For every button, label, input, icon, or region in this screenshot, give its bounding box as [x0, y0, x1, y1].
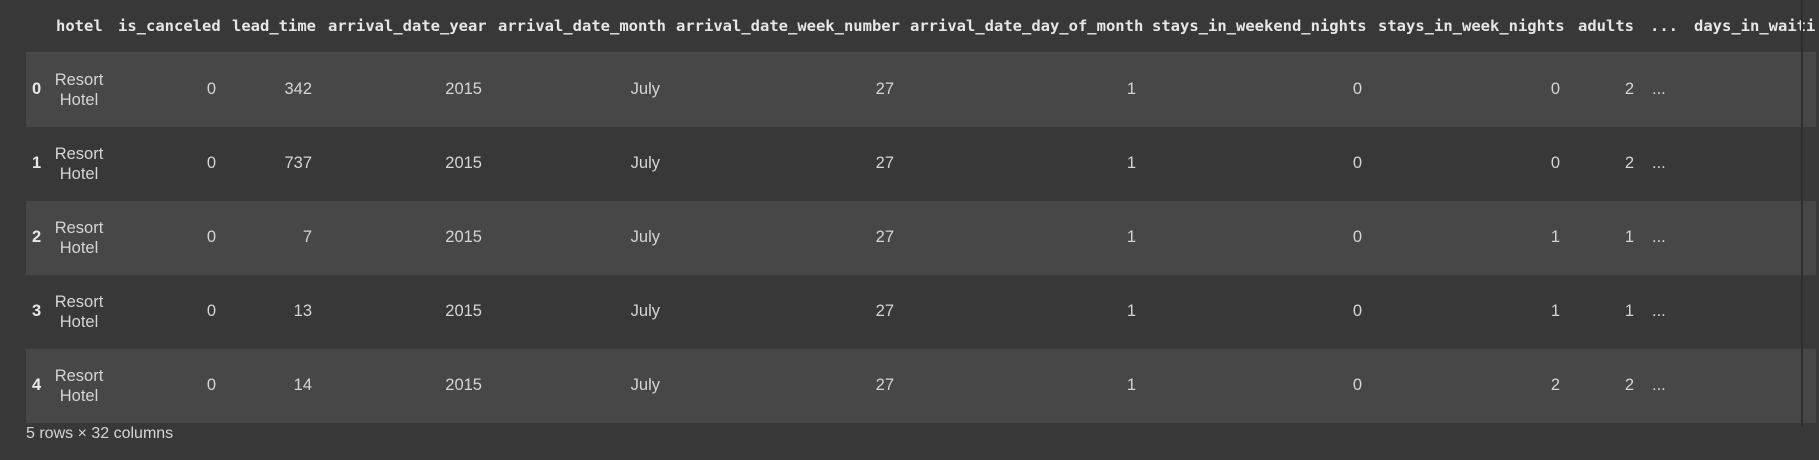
horizontal-scroll-edge — [1801, 0, 1803, 426]
column-header-arrival-date-year: arrival_date_year — [320, 0, 490, 53]
cell-stays-in-week-nights: 1 — [1370, 200, 1568, 275]
notebook-cell-output: hotel is_canceled lead_time arrival_date… — [0, 0, 1819, 460]
cell-arrival-date-month: July — [490, 200, 668, 275]
cell-ellipsis: ... — [1642, 52, 1686, 127]
cell-is-canceled: 0 — [110, 274, 224, 349]
cell-adults: 2 — [1568, 52, 1642, 127]
cell-arrival-date-day-of-month: 1 — [902, 348, 1144, 423]
table-row: 2 Resort Hotel 0 7 2015 July 27 1 0 1 1 … — [26, 200, 1816, 275]
column-header-stays-in-weekend-nights: stays_in_weekend_nights — [1144, 0, 1370, 53]
column-header-arrival-date-month: arrival_date_month — [490, 0, 668, 53]
cell-stays-in-week-nights: 0 — [1370, 126, 1568, 201]
column-header-stays-in-week-nights: stays_in_week_nights — [1370, 0, 1568, 53]
cell-arrival-date-day-of-month: 1 — [902, 200, 1144, 275]
cell-hotel: Resort Hotel — [48, 126, 110, 201]
table-row: 3 Resort Hotel 0 13 2015 July 27 1 0 1 1… — [26, 274, 1816, 349]
table-body: 0 Resort Hotel 0 342 2015 July 27 1 0 0 … — [26, 52, 1816, 423]
cell-arrival-date-day-of-month: 1 — [902, 52, 1144, 127]
header-row: hotel is_canceled lead_time arrival_date… — [26, 0, 1816, 53]
column-header-arrival-date-day-of-month: arrival_date_day_of_month — [902, 0, 1144, 53]
cell-is-canceled: 0 — [110, 200, 224, 275]
cell-days-in-waiting — [1686, 274, 1816, 349]
cell-arrival-date-year: 2015 — [320, 126, 490, 201]
cell-arrival-date-month: July — [490, 126, 668, 201]
table-row: 0 Resort Hotel 0 342 2015 July 27 1 0 0 … — [26, 52, 1816, 127]
cell-is-canceled: 0 — [110, 348, 224, 423]
cell-lead-time: 342 — [224, 52, 320, 127]
column-header-lead-time: lead_time — [224, 0, 320, 53]
cell-days-in-waiting — [1686, 126, 1816, 201]
row-index: 4 — [26, 348, 48, 423]
cell-stays-in-weekend-nights: 0 — [1144, 200, 1370, 275]
cell-lead-time: 7 — [224, 200, 320, 275]
table-row: 4 Resort Hotel 0 14 2015 July 27 1 0 2 2… — [26, 348, 1816, 423]
cell-is-canceled: 0 — [110, 126, 224, 201]
cell-arrival-date-week-number: 27 — [668, 348, 902, 423]
cell-stays-in-week-nights: 2 — [1370, 348, 1568, 423]
cell-arrival-date-month: July — [490, 274, 668, 349]
column-header-days-in-waiting: days_in_waiting — [1686, 0, 1816, 53]
cell-adults: 1 — [1568, 200, 1642, 275]
cell-hotel: Resort Hotel — [48, 348, 110, 423]
cell-arrival-date-month: July — [490, 348, 668, 423]
cell-days-in-waiting — [1686, 200, 1816, 275]
column-header-arrival-date-week-number: arrival_date_week_number — [668, 0, 902, 53]
cell-is-canceled: 0 — [110, 52, 224, 127]
cell-stays-in-week-nights: 1 — [1370, 274, 1568, 349]
table-row: 1 Resort Hotel 0 737 2015 July 27 1 0 0 … — [26, 126, 1816, 201]
cell-days-in-waiting — [1686, 52, 1816, 127]
cell-stays-in-week-nights: 0 — [1370, 52, 1568, 127]
cell-arrival-date-week-number: 27 — [668, 52, 902, 127]
cell-arrival-date-year: 2015 — [320, 274, 490, 349]
cell-lead-time: 737 — [224, 126, 320, 201]
cell-ellipsis: ... — [1642, 200, 1686, 275]
table-header: hotel is_canceled lead_time arrival_date… — [26, 0, 1816, 53]
cell-arrival-date-month: July — [490, 52, 668, 127]
row-index: 2 — [26, 200, 48, 275]
cell-arrival-date-week-number: 27 — [668, 200, 902, 275]
row-index: 3 — [26, 274, 48, 349]
cell-hotel: Resort Hotel — [48, 200, 110, 275]
dataframe-scroll-area[interactable]: hotel is_canceled lead_time arrival_date… — [26, 0, 1816, 426]
dataframe-shape-footer: 5 rows × 32 columns — [26, 425, 174, 442]
dataframe-table: hotel is_canceled lead_time arrival_date… — [26, 0, 1816, 423]
cell-arrival-date-day-of-month: 1 — [902, 274, 1144, 349]
cell-arrival-date-year: 2015 — [320, 348, 490, 423]
cell-lead-time: 14 — [224, 348, 320, 423]
row-index: 1 — [26, 126, 48, 201]
column-header-adults: adults — [1568, 0, 1642, 53]
cell-stays-in-weekend-nights: 0 — [1144, 52, 1370, 127]
column-header-ellipsis: ... — [1642, 0, 1686, 53]
cell-arrival-date-week-number: 27 — [668, 126, 902, 201]
column-header-is-canceled: is_canceled — [110, 0, 224, 53]
column-header-hotel: hotel — [48, 0, 110, 53]
cell-stays-in-weekend-nights: 0 — [1144, 274, 1370, 349]
cell-hotel: Resort Hotel — [48, 274, 110, 349]
cell-lead-time: 13 — [224, 274, 320, 349]
cell-stays-in-weekend-nights: 0 — [1144, 348, 1370, 423]
cell-ellipsis: ... — [1642, 126, 1686, 201]
cell-hotel: Resort Hotel — [48, 52, 110, 127]
cell-adults: 1 — [1568, 274, 1642, 349]
cell-ellipsis: ... — [1642, 274, 1686, 349]
column-header-index — [26, 0, 48, 53]
row-index: 0 — [26, 52, 48, 127]
cell-ellipsis: ... — [1642, 348, 1686, 423]
cell-days-in-waiting — [1686, 348, 1816, 423]
cell-arrival-date-week-number: 27 — [668, 274, 902, 349]
cell-adults: 2 — [1568, 348, 1642, 423]
cell-arrival-date-year: 2015 — [320, 200, 490, 275]
cell-arrival-date-year: 2015 — [320, 52, 490, 127]
cell-stays-in-weekend-nights: 0 — [1144, 126, 1370, 201]
cell-arrival-date-day-of-month: 1 — [902, 126, 1144, 201]
cell-adults: 2 — [1568, 126, 1642, 201]
